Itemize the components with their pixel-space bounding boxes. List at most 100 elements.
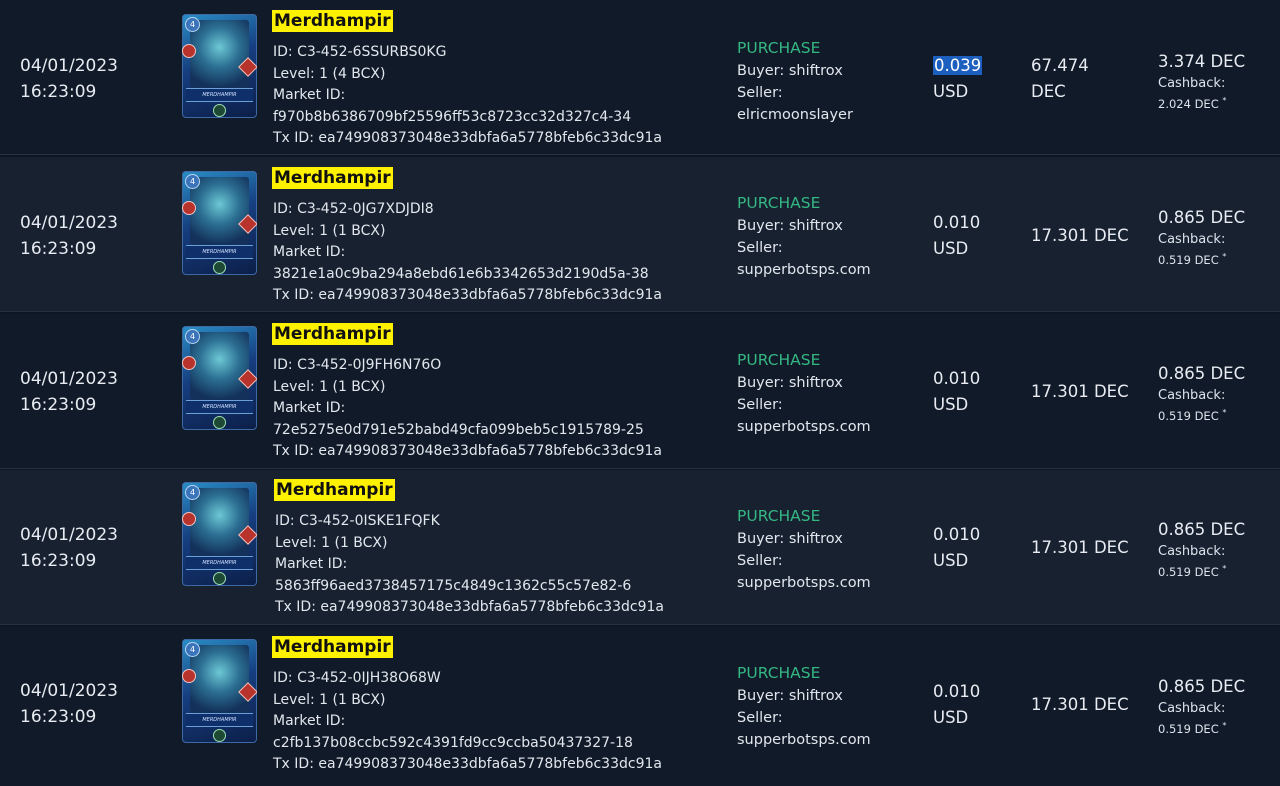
card-details: ID: C3-452-0J9FH6N76O Level: 1 (1 BCX) M… xyxy=(273,355,662,463)
fee-amount: 3.374 DEC xyxy=(1158,52,1246,71)
seller[interactable]: supperbotsps.com xyxy=(737,259,871,281)
cashback-label: Cashback: xyxy=(1158,76,1226,91)
card-id: ID: C3-452-0IJH38O68W xyxy=(273,670,441,686)
card-level-badge: 4 xyxy=(185,17,200,32)
cashback-label: Cashback: xyxy=(1158,544,1226,559)
time-text: 16:23:09 xyxy=(20,239,97,259)
card-art xyxy=(190,332,249,400)
usd-value: 0.010 xyxy=(933,682,981,701)
transactions-table: 04/01/2023 16:23:09 4 MERDHAMPIR Merdham… xyxy=(0,0,1280,786)
time-text: 16:23:09 xyxy=(20,707,97,727)
card-banner: MERDHAMPIR xyxy=(186,400,253,414)
usd-value: 0.039 xyxy=(933,56,983,75)
time-text: 16:23:09 xyxy=(20,395,97,415)
tx-id[interactable]: Tx ID: ea749908373048e33dbfa6a5778bfeb6c… xyxy=(273,754,662,776)
usd-price: 0.010 USD xyxy=(933,210,980,262)
usd-unit: USD xyxy=(933,239,969,258)
dec-value: 17.301 DEC xyxy=(1031,382,1129,401)
card-name[interactable]: Merdhampir xyxy=(274,479,395,501)
table-row: 04/01/2023 16:23:09 4 MERDHAMPIR Merdham… xyxy=(0,470,1280,625)
card-details: ID: C3-452-6SSURBS0KG Level: 1 (4 BCX) M… xyxy=(273,42,662,150)
fee-amount: 0.865 DEC xyxy=(1158,364,1246,383)
card-banner: MERDHAMPIR xyxy=(186,88,253,102)
seller[interactable]: supperbotsps.com xyxy=(737,729,871,751)
card-name[interactable]: Merdhampir xyxy=(272,167,393,189)
mana-orb-icon xyxy=(213,261,226,274)
card-name[interactable]: Merdhampir xyxy=(272,10,393,32)
fee-amount: 0.865 DEC xyxy=(1158,677,1246,696)
cashback-mark: * xyxy=(1222,252,1227,261)
table-row: 04/01/2023 16:23:09 4 MERDHAMPIR Merdham… xyxy=(0,0,1280,155)
buyer[interactable]: Buyer: shiftrox xyxy=(737,685,871,707)
transaction-type: PURCHASE xyxy=(737,664,821,682)
party-info: Buyer: shiftrox Seller: supperbotsps.com xyxy=(737,528,871,594)
tx-id[interactable]: Tx ID: ea749908373048e33dbfa6a5778bfeb6c… xyxy=(275,597,664,619)
usd-unit: USD xyxy=(933,82,969,101)
dec-price: 17.301 DEC xyxy=(1031,692,1129,718)
card-level: Level: 1 (1 BCX) xyxy=(273,378,386,395)
dec-price: 67.474 DEC xyxy=(1031,53,1089,105)
dec-value: 17.301 DEC xyxy=(1031,226,1129,245)
cashback-mark: * xyxy=(1222,721,1227,730)
card-banner: MERDHAMPIR xyxy=(186,713,253,727)
card-banner: MERDHAMPIR xyxy=(186,556,253,570)
transaction-type: PURCHASE xyxy=(737,194,821,212)
date-cell: 04/01/2023 16:23:09 xyxy=(20,53,150,105)
card-art xyxy=(190,645,249,713)
card-level-badge: 4 xyxy=(185,642,200,657)
mana-orb-icon xyxy=(213,729,226,742)
seller[interactable]: supperbotsps.com xyxy=(737,416,871,438)
card-image[interactable]: 4 MERDHAMPIR xyxy=(182,14,257,118)
date-text: 04/01/2023 xyxy=(20,213,118,233)
card-image[interactable]: 4 MERDHAMPIR xyxy=(182,639,257,743)
mana-orb-icon xyxy=(213,416,226,429)
cashback-value: 0.519 DEC xyxy=(1158,721,1219,736)
market-id: 5863ff96aed3738457175c4849c1362c55c57e82… xyxy=(275,577,632,594)
tx-id[interactable]: Tx ID: ea749908373048e33dbfa6a5778bfeb6c… xyxy=(273,441,662,463)
buyer[interactable]: Buyer: shiftrox xyxy=(737,215,871,237)
cashback: Cashback: 0.519 DEC * xyxy=(1158,543,1226,581)
market-id: f970b8b6386709bf25596ff53c8723cc32d327c4… xyxy=(273,108,632,125)
seller-label: Seller: xyxy=(737,553,783,569)
time-text: 16:23:09 xyxy=(20,82,97,102)
date-cell: 04/01/2023 16:23:09 xyxy=(20,522,150,574)
cashback-value: 0.519 DEC xyxy=(1158,408,1219,423)
date-cell: 04/01/2023 16:23:09 xyxy=(20,366,150,418)
tx-id[interactable]: Tx ID: ea749908373048e33dbfa6a5778bfeb6c… xyxy=(273,128,662,150)
time-text: 16:23:09 xyxy=(20,551,97,571)
fee-amount: 0.865 DEC xyxy=(1158,208,1246,227)
cashback-mark: * xyxy=(1222,408,1227,417)
party-info: Buyer: shiftrox Seller: elricmoonslayer xyxy=(737,60,853,126)
usd-value: 0.010 xyxy=(933,369,981,388)
cashback-label: Cashback: xyxy=(1158,701,1226,716)
market-id-label: Market ID: xyxy=(273,713,346,729)
card-level: Level: 1 (1 BCX) xyxy=(275,534,388,551)
cashback: Cashback: 0.519 DEC * xyxy=(1158,387,1226,425)
attack-icon xyxy=(182,356,196,370)
buyer[interactable]: Buyer: shiftrox xyxy=(737,528,871,550)
buyer[interactable]: Buyer: shiftrox xyxy=(737,372,871,394)
market-id: c2fb137b08ccbc592c4391fd9cc9ccba50437327… xyxy=(273,734,633,751)
card-image[interactable]: 4 MERDHAMPIR xyxy=(182,171,257,275)
card-image[interactable]: 4 MERDHAMPIR xyxy=(182,326,257,430)
card-level: Level: 1 (1 BCX) xyxy=(273,691,386,708)
card-details: ID: C3-452-0IJH38O68W Level: 1 (1 BCX) M… xyxy=(273,668,662,776)
fee-amount: 0.865 DEC xyxy=(1158,520,1246,539)
seller[interactable]: supperbotsps.com xyxy=(737,572,871,594)
dec-value: 17.301 DEC xyxy=(1031,695,1129,714)
tx-id[interactable]: Tx ID: ea749908373048e33dbfa6a5778bfeb6c… xyxy=(273,285,662,307)
attack-icon xyxy=(182,44,196,58)
card-name[interactable]: Merdhampir xyxy=(272,323,393,345)
buyer[interactable]: Buyer: shiftrox xyxy=(737,60,853,82)
seller[interactable]: elricmoonslayer xyxy=(737,104,853,126)
date-text: 04/01/2023 xyxy=(20,56,118,76)
cashback-value: 2.024 DEC xyxy=(1158,96,1219,111)
card-id: ID: C3-452-0J9FH6N76O xyxy=(273,357,442,373)
attack-icon xyxy=(182,201,196,215)
date-text: 04/01/2023 xyxy=(20,681,118,701)
card-name[interactable]: Merdhampir xyxy=(272,636,393,658)
card-id: ID: C3-452-0JG7XDJDI8 xyxy=(273,201,434,217)
seller-label: Seller: xyxy=(737,710,783,726)
transaction-type: PURCHASE xyxy=(737,39,821,57)
card-image[interactable]: 4 MERDHAMPIR xyxy=(182,482,257,586)
